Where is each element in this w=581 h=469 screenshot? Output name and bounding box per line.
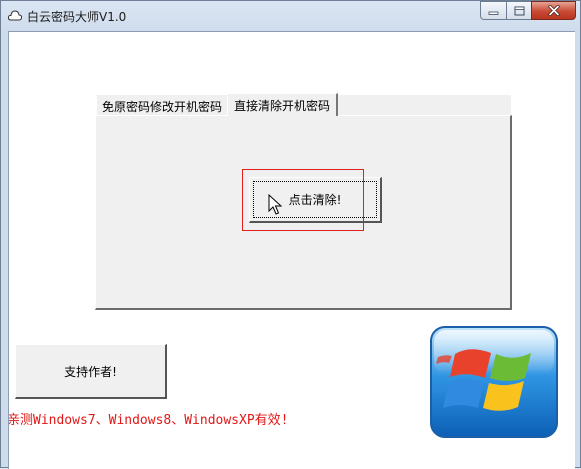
title-bar[interactable]: 白云密码大师V1.0 [1,1,581,31]
support-button-label: 支持作者! [64,364,117,379]
mouse-cursor-icon [268,194,282,215]
tab-modify-password[interactable]: 免原密码修改开机密码 [96,96,227,116]
close-icon [547,5,560,16]
tab-clear-password[interactable]: 直接清除开机密码 [227,93,338,116]
support-author-button[interactable]: 支持作者! [15,344,167,399]
windows-logo [430,326,558,438]
client-area: 免原密码修改开机密码 直接清除开机密码 点击清除! 支持作者! 亲测Window… [8,31,575,469]
close-button[interactable] [531,1,576,20]
minimize-icon [488,11,499,15]
window-title: 白云密码大师V1.0 [27,10,127,24]
cloud-icon [7,10,23,21]
app-window: 白云密码大师V1.0 免原密码修改开机密码 直接清除开机密码 点击清除! 支持作… [0,0,581,469]
maximize-icon [514,6,524,15]
minimize-button[interactable] [480,1,507,20]
maximize-button[interactable] [506,1,532,20]
compatibility-note: 亲测Windows7、Windows8、WindowsXP有效! [8,413,289,428]
